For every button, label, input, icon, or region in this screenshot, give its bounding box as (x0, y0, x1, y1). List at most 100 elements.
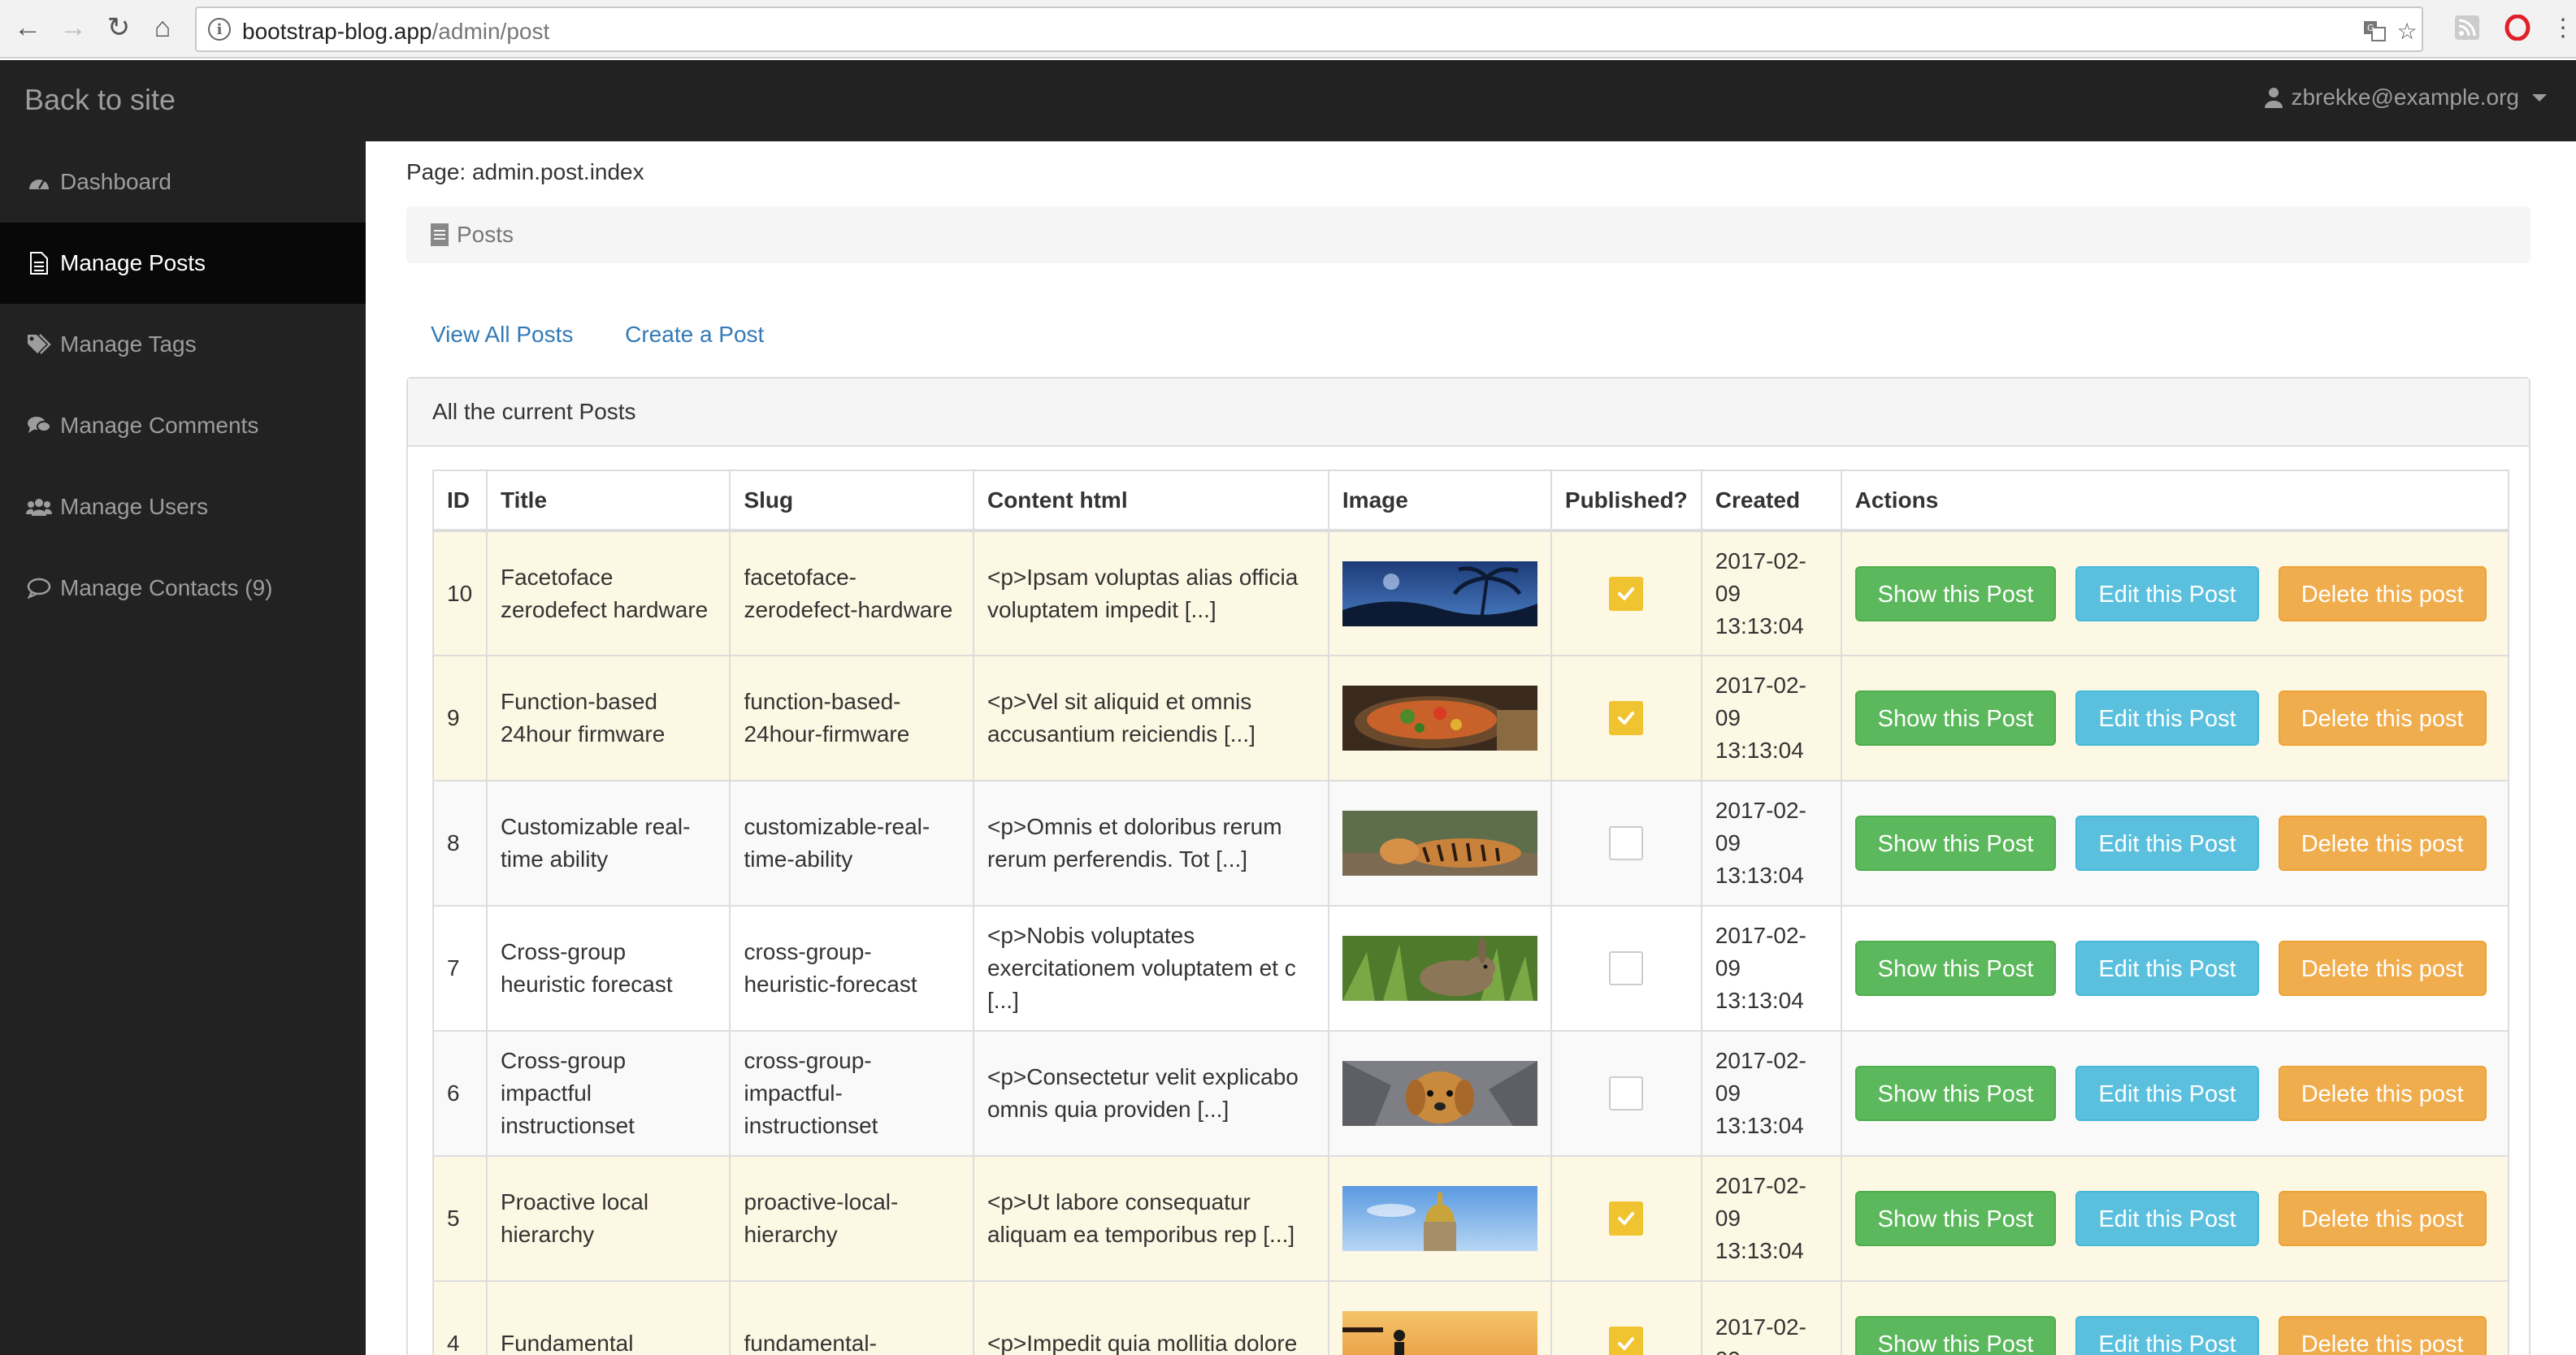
table-row: 7 Cross-group heuristic forecast cross-gro… (432, 905, 2510, 1032)
published-checkbox-checked[interactable] (1609, 576, 1644, 611)
cell-id: 8 (432, 780, 488, 907)
edit-post-button[interactable]: Edit this Post (2075, 1191, 2259, 1246)
cell-actions: Show this Post Edit this Post Delete this … (1840, 530, 2510, 656)
edit-post-button[interactable]: Edit this Post (2075, 816, 2259, 871)
sidebar-item-users[interactable]: Manage Users (0, 466, 366, 548)
cell-title: Customizable real-time ability (485, 780, 731, 907)
browser-toolbar: ← → ↻ ⌂ i bootstrap-blog.app/admin/post … (0, 0, 2576, 58)
cell-title: Function-based 24hour firmware (485, 655, 731, 781)
edit-post-button[interactable]: Edit this Post (2075, 1066, 2259, 1121)
cell-title: Proactive local hierarchy (485, 1155, 731, 1282)
cell-published (1550, 780, 1702, 907)
sidebar-item-dashboard[interactable]: Dashboard (0, 141, 366, 223)
opera-icon[interactable] (2503, 13, 2532, 42)
cell-id: 5 (432, 1155, 488, 1282)
cell-slug: facetoface-zerodefect-hardware (729, 530, 974, 656)
breadcrumb: Posts (406, 206, 2530, 263)
cell-slug: function-based-24hour-firmware (729, 655, 974, 781)
panel-heading: All the current Posts (408, 379, 2529, 447)
main-content: Page: admin.post.index Posts View All Po… (366, 141, 2576, 1355)
show-post-button[interactable]: Show this Post (1854, 816, 2057, 871)
delete-post-button[interactable]: Delete this post (2278, 565, 2487, 621)
sidebar-item-label: Manage Tags (60, 331, 197, 357)
reload-icon[interactable]: ↻ (102, 11, 135, 44)
translate-icon[interactable]: G (2361, 18, 2387, 44)
cell-id: 10 (432, 530, 488, 656)
published-checkbox-checked[interactable] (1609, 701, 1644, 735)
edit-post-button[interactable]: Edit this Post (2075, 690, 2259, 746)
sidebar-item-label: Manage Users (60, 494, 209, 519)
delete-post-button[interactable]: Delete this post (2278, 941, 2487, 996)
show-post-button[interactable]: Show this Post (1854, 1066, 2057, 1121)
cell-actions: Show this Post Edit this Post Delete this … (1840, 1030, 2510, 1157)
sidebar-item-comments[interactable]: Manage Comments (0, 385, 366, 466)
published-checkbox-unchecked[interactable] (1609, 826, 1644, 860)
delete-post-button[interactable]: Delete this post (2278, 816, 2487, 871)
cell-created: 2017-02-09 (1700, 1280, 1842, 1355)
view-all-posts-link[interactable]: View All Posts (431, 322, 573, 347)
published-checkbox-checked[interactable] (1609, 1201, 1644, 1236)
delete-post-button[interactable]: Delete this post (2278, 1316, 2487, 1355)
back-icon[interactable]: ← (11, 11, 44, 44)
delete-post-button[interactable]: Delete this post (2278, 690, 2487, 746)
user-dropdown[interactable]: zbrekke@example.org (2265, 84, 2547, 110)
show-post-button[interactable]: Show this Post (1854, 565, 2057, 621)
cell-slug: cross-group-heuristic-forecast (729, 905, 974, 1032)
post-thumbnail (1342, 811, 1537, 876)
rss-icon[interactable] (2452, 13, 2482, 42)
published-checkbox-unchecked[interactable] (1609, 951, 1644, 985)
delete-post-button[interactable]: Delete this post (2278, 1191, 2487, 1246)
cell-actions: Show this Post Edit this Post Delete this … (1840, 1280, 2510, 1355)
table-header-row: ID Title Slug Content html Image Publish… (432, 470, 2510, 532)
forward-icon[interactable]: → (57, 11, 89, 44)
address-bar[interactable]: i bootstrap-blog.app/admin/post G ☆ (195, 6, 2423, 52)
dashboard-icon (26, 169, 52, 195)
cell-title: Fundamental (485, 1280, 731, 1355)
column-header: Published? (1550, 470, 1702, 532)
cell-published (1550, 1030, 1702, 1157)
back-to-site-link[interactable]: Back to site (24, 83, 176, 117)
table-row: 6 Cross-group impactful instructionset cro… (432, 1030, 2510, 1157)
column-header: Image (1327, 470, 1552, 532)
bookmark-star-icon[interactable]: ☆ (2394, 18, 2420, 44)
breadcrumb-current: Posts (457, 222, 514, 247)
post-thumbnail (1342, 686, 1537, 751)
sidebar-item-label: Manage Contacts (9) (60, 575, 273, 600)
cell-published (1550, 655, 1702, 781)
edit-post-button[interactable]: Edit this Post (2075, 565, 2259, 621)
sidebar-item-contacts[interactable]: Manage Contacts (9) (0, 548, 366, 629)
sidebar-item-posts[interactable]: Manage Posts (0, 223, 366, 304)
column-header: Content html (972, 470, 1329, 532)
sidebar-item-label: Manage Comments (60, 413, 259, 438)
published-checkbox-checked[interactable] (1609, 1327, 1644, 1355)
posts-panel: All the current Posts ID Title Slug Cont… (406, 377, 2530, 1355)
page-label: Page: admin.post.index (406, 159, 644, 184)
sidebar-item-tags[interactable]: Manage Tags (0, 304, 366, 385)
show-post-button[interactable]: Show this Post (1854, 1191, 2057, 1246)
menu-kebab-icon[interactable]: ⋮ (2548, 13, 2576, 42)
create-post-link[interactable]: Create a Post (625, 322, 764, 347)
users-icon (26, 494, 52, 520)
column-header: Title (485, 470, 731, 532)
show-post-button[interactable]: Show this Post (1854, 941, 2057, 996)
post-thumbnail (1342, 936, 1537, 1001)
edit-post-button[interactable]: Edit this Post (2075, 1316, 2259, 1355)
show-post-button[interactable]: Show this Post (1854, 1316, 2057, 1355)
cell-published (1550, 905, 1702, 1032)
show-post-button[interactable]: Show this Post (1854, 690, 2057, 746)
cell-actions: Show this Post Edit this Post Delete this … (1840, 905, 2510, 1032)
cell-image (1327, 1030, 1552, 1157)
cell-title: Facetoface zerodefect hardware (485, 530, 731, 656)
post-thumbnail (1342, 1311, 1537, 1355)
cell-actions: Show this Post Edit this Post Delete this … (1840, 655, 2510, 781)
caret-down-icon (2532, 93, 2547, 102)
column-header: Actions (1840, 470, 2510, 532)
delete-post-button[interactable]: Delete this post (2278, 1066, 2487, 1121)
url-text: bootstrap-blog.app/admin/post (242, 19, 550, 44)
published-checkbox-unchecked[interactable] (1609, 1076, 1644, 1110)
home-icon[interactable]: ⌂ (146, 11, 179, 44)
posts-table: ID Title Slug Content html Image Publish… (432, 470, 2510, 1355)
edit-post-button[interactable]: Edit this Post (2075, 941, 2259, 996)
cell-created: 2017-02-09 13:13:04 (1700, 905, 1842, 1032)
site-info-icon[interactable]: i (208, 18, 231, 41)
